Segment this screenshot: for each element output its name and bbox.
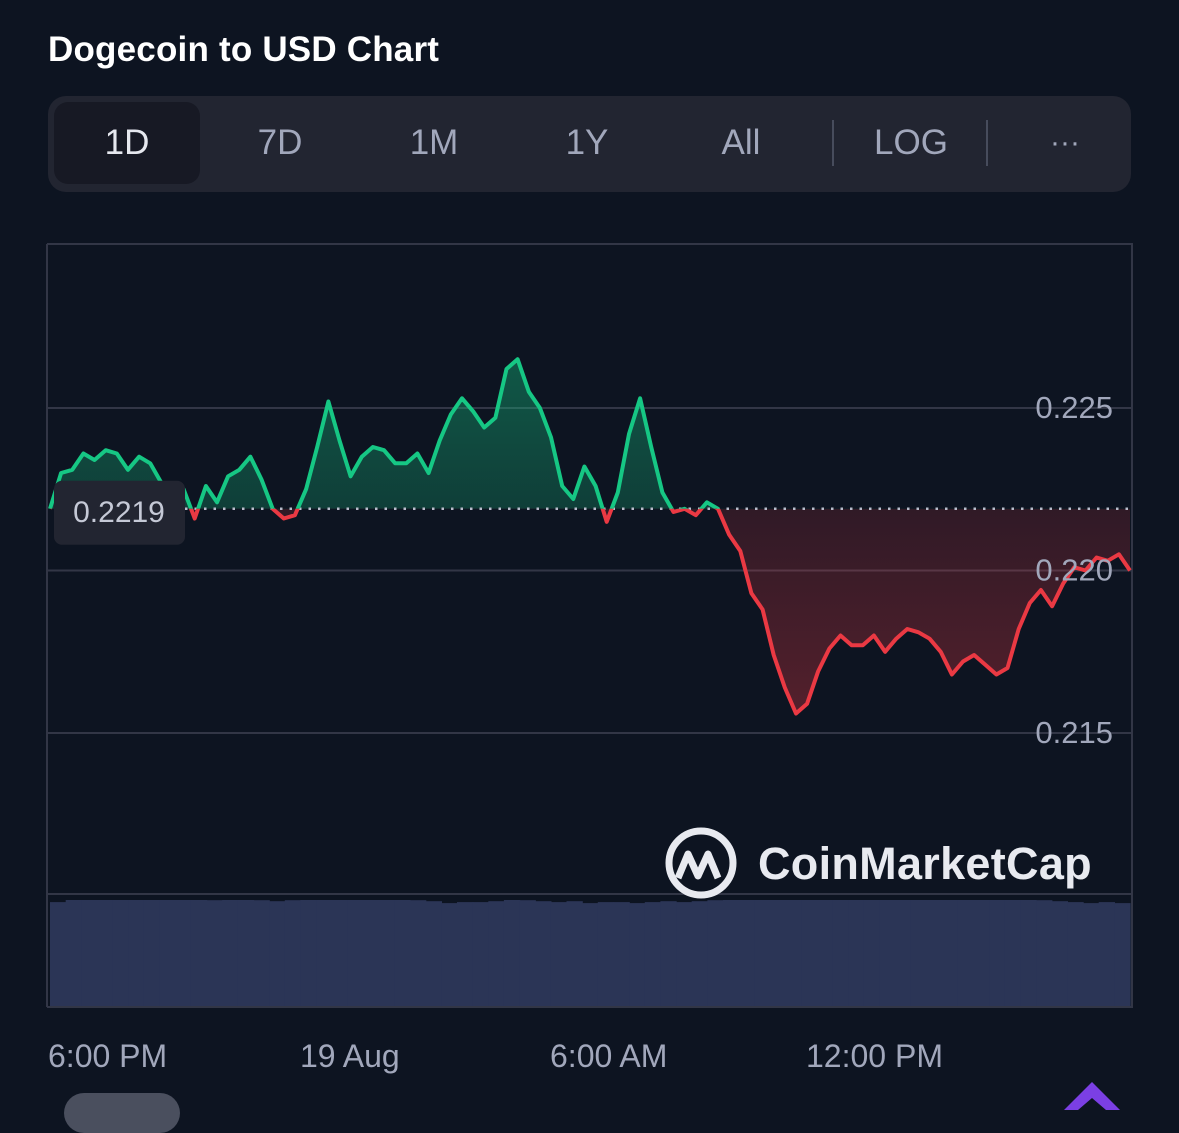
- volume-bar: [222, 900, 239, 1006]
- scroll-up-icon[interactable]: [1062, 1080, 1122, 1120]
- baseline-badge: 0.2219: [54, 480, 185, 545]
- volume-bar: [895, 900, 912, 1006]
- volume-bar: [582, 903, 599, 1006]
- volume-bar: [754, 900, 771, 1006]
- volume-bars: [50, 900, 1131, 1006]
- volume-bar: [1004, 900, 1022, 1006]
- volume-bar: [989, 900, 1006, 1006]
- x-axis-labels: 6:00 PM 19 Aug 6:00 AM 12:00 PM: [48, 1038, 943, 1074]
- y-axis-labels: 0.225 0.220 0.215: [1035, 390, 1113, 750]
- volume-bar: [1114, 903, 1131, 1006]
- volume-bar: [97, 900, 114, 1006]
- volume-bar: [425, 901, 442, 1006]
- volume-bar: [363, 900, 380, 1006]
- volume-bar: [206, 900, 223, 1006]
- volume-bar: [597, 902, 615, 1006]
- volume-bar: [81, 900, 98, 1006]
- volume-bar: [957, 900, 975, 1006]
- volume-bar: [519, 900, 536, 1006]
- volume-bar: [253, 900, 270, 1006]
- volume-bar: [1083, 903, 1100, 1006]
- volume-bar: [300, 900, 317, 1006]
- volume-bar: [112, 900, 129, 1006]
- volume-bar: [535, 901, 552, 1006]
- x-tick-label: 12:00 PM: [806, 1038, 943, 1074]
- volume-bar: [942, 900, 959, 1006]
- volume-bar: [410, 900, 427, 1006]
- volume-bar: [738, 900, 755, 1006]
- volume-bar: [863, 900, 881, 1006]
- volume-bar: [441, 903, 458, 1006]
- volume-bar: [1036, 900, 1053, 1006]
- volume-bar: [676, 902, 693, 1006]
- volume-bar: [566, 901, 583, 1006]
- volume-bar: [394, 900, 411, 1006]
- volume-bar: [347, 900, 364, 1006]
- volume-bar: [832, 900, 849, 1006]
- volume-bar: [1051, 901, 1068, 1006]
- coinmarketcap-logo-icon: [665, 827, 737, 899]
- volume-bar: [503, 900, 521, 1006]
- volume-bar: [175, 900, 192, 1006]
- volume-bar: [128, 900, 145, 1006]
- volume-bar: [143, 900, 161, 1006]
- volume-bar: [785, 900, 802, 1006]
- volume-bar: [629, 903, 646, 1006]
- volume-bar: [926, 900, 943, 1006]
- volume-bar: [316, 900, 333, 1006]
- volume-bar: [50, 902, 67, 1006]
- volume-bar: [269, 901, 286, 1006]
- y-tick-label: 0.220: [1035, 553, 1113, 588]
- volume-bar: [1098, 902, 1115, 1006]
- x-tick-label: 6:00 AM: [550, 1038, 667, 1074]
- volume-bar: [159, 900, 176, 1006]
- volume-bar: [378, 900, 395, 1006]
- volume-bar: [723, 900, 740, 1006]
- baseline-price-label: 0.2219: [73, 496, 165, 529]
- bottom-pill: [64, 1093, 180, 1133]
- volume-bar: [910, 900, 928, 1006]
- volume-bar: [237, 900, 255, 1006]
- y-tick-label: 0.215: [1035, 715, 1113, 750]
- volume-bar: [801, 900, 818, 1006]
- x-tick-label: 19 Aug: [300, 1038, 400, 1074]
- volume-bar: [613, 902, 630, 1006]
- y-tick-label: 0.225: [1035, 390, 1113, 425]
- x-tick-label: 6:00 PM: [48, 1038, 167, 1074]
- volume-bar: [488, 901, 505, 1006]
- volume-bar: [1067, 902, 1084, 1006]
- volume-bar: [550, 902, 568, 1006]
- volume-bar: [284, 900, 302, 1006]
- coinmarketcap-watermark: CoinMarketCap: [758, 838, 1092, 889]
- price-chart[interactable]: 0.225 0.220 0.215 6:00 PM 19 Aug 6:00 AM 12:0…: [0, 0, 1179, 1105]
- volume-bar: [660, 901, 677, 1006]
- volume-bar: [973, 900, 990, 1006]
- volume-bar: [65, 900, 82, 1006]
- volume-bar: [644, 902, 662, 1006]
- volume-bar: [331, 900, 348, 1006]
- volume-bar: [770, 900, 787, 1006]
- volume-bar: [190, 900, 208, 1006]
- volume-bar: [691, 901, 708, 1006]
- volume-bar: [472, 902, 489, 1006]
- volume-bar: [1020, 900, 1037, 1006]
- volume-bar: [817, 900, 834, 1006]
- volume-bar: [879, 900, 896, 1006]
- volume-bar: [457, 902, 474, 1006]
- volume-bar: [848, 900, 865, 1006]
- volume-bar: [707, 900, 724, 1006]
